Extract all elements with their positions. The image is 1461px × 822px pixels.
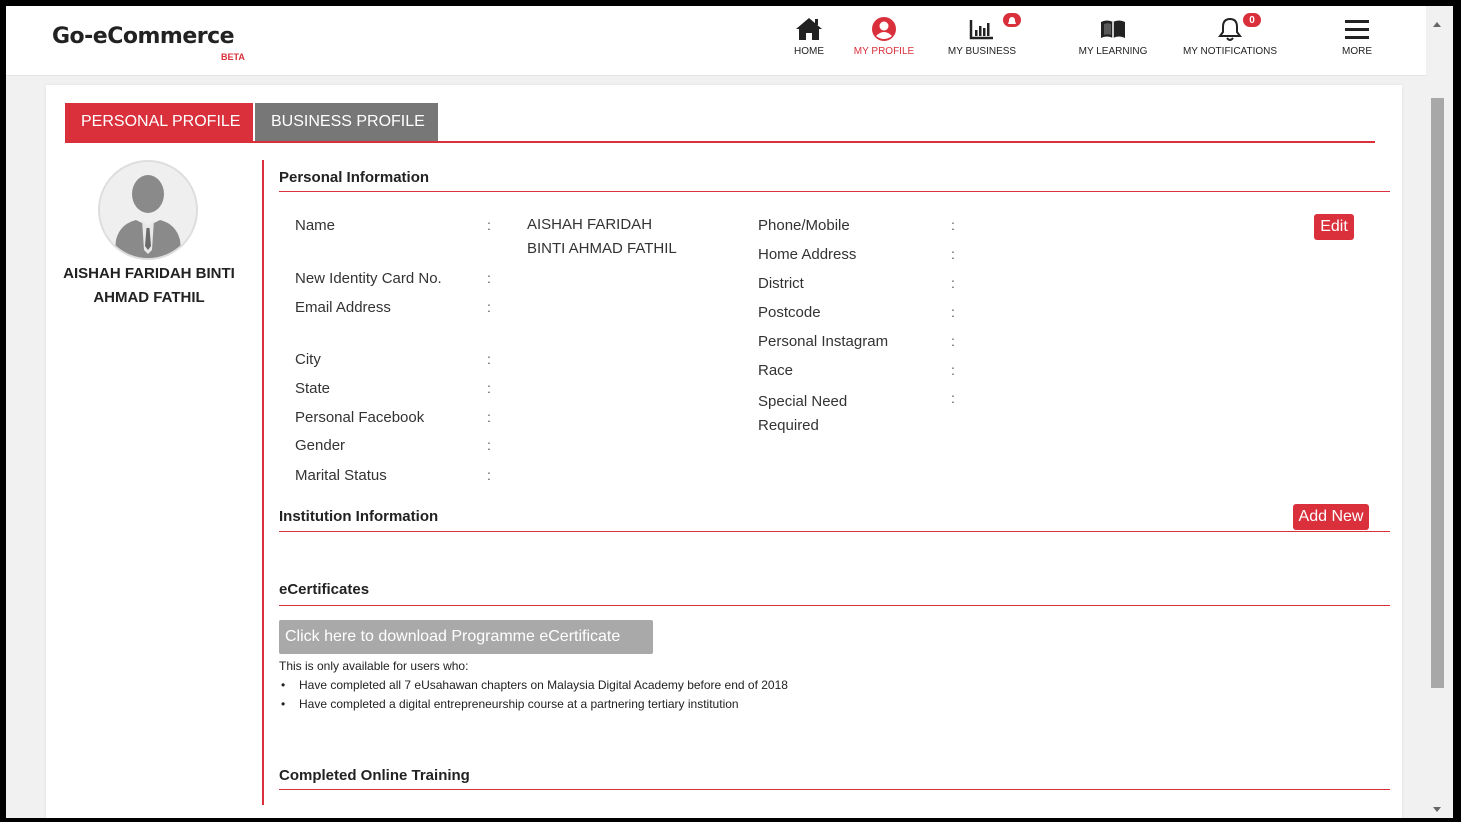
colon: : bbox=[951, 217, 955, 233]
city-label: City bbox=[295, 351, 321, 368]
institution-information-heading: Institution Information bbox=[279, 508, 439, 525]
user-silhouette-icon bbox=[100, 162, 196, 258]
download-ecertificate-button[interactable]: Click here to download Programme eCertif… bbox=[279, 620, 653, 678]
nav-more-label: MORE bbox=[1342, 46, 1372, 57]
special-need-label: Special Need Required bbox=[758, 390, 847, 438]
special-need-line-2: Required bbox=[758, 417, 819, 434]
top-navigation-bar: Go-eCommerce BETA HOME MY PROFILE MY BUS… bbox=[6, 6, 1426, 76]
personal-information-heading: Personal Information bbox=[279, 169, 430, 186]
vertical-scrollbar[interactable] bbox=[1426, 6, 1453, 818]
browser-viewport: Go-eCommerce BETA HOME MY PROFILE MY BUS… bbox=[6, 6, 1453, 818]
colon: : bbox=[487, 351, 491, 367]
colon: : bbox=[951, 275, 955, 291]
marital-status-label: Marital Status bbox=[295, 467, 387, 484]
postcode-label: Postcode bbox=[758, 304, 821, 321]
user-circle-icon bbox=[850, 16, 918, 42]
nav-my-notifications[interactable]: 0 MY NOTIFICATIONS bbox=[1174, 12, 1286, 57]
nav-more[interactable]: MORE bbox=[1336, 16, 1378, 57]
colon: : bbox=[487, 380, 491, 396]
nav-home-label: HOME bbox=[794, 46, 824, 57]
section-divider bbox=[279, 531, 1390, 532]
eligibility-intro: This is only available for users who: bbox=[279, 659, 469, 673]
book-open-icon bbox=[1074, 16, 1152, 42]
add-new-button[interactable]: Add New bbox=[1293, 504, 1369, 530]
nav-home[interactable]: HOME bbox=[786, 16, 832, 57]
special-need-line-1: Special Need bbox=[758, 393, 848, 410]
facebook-label: Personal Facebook bbox=[295, 409, 425, 426]
instagram-label: Personal Instagram bbox=[758, 333, 889, 350]
profile-card: PERSONAL PROFILE BUSINESS PROFILE AISHAH… bbox=[46, 85, 1402, 818]
scroll-up-arrow-icon[interactable] bbox=[1433, 22, 1441, 27]
business-alert-badge bbox=[1002, 12, 1022, 28]
name-value-line-1: AISHAH FARIDAH bbox=[527, 216, 653, 233]
user-name-line-1: AISHAH FARIDAH BINTI bbox=[63, 265, 235, 282]
colon: : bbox=[951, 333, 955, 349]
nav-my-profile[interactable]: MY PROFILE bbox=[850, 16, 918, 57]
ecertificate-eligibility-note: This is only available for users who: Ha… bbox=[279, 657, 788, 714]
colon: : bbox=[487, 467, 491, 483]
column-divider bbox=[262, 160, 264, 805]
colon: : bbox=[951, 246, 955, 262]
tab-business-profile[interactable]: BUSINESS PROFILE bbox=[255, 103, 438, 143]
notifications-count-badge: 0 bbox=[1242, 12, 1262, 28]
colon: : bbox=[487, 270, 491, 286]
site-logo[interactable]: Go-eCommerce bbox=[52, 24, 235, 49]
colon: : bbox=[951, 362, 955, 378]
user-display-name: AISHAH FARIDAH BINTI AHMAD FATHIL bbox=[54, 262, 244, 310]
nav-my-learning-label: MY LEARNING bbox=[1078, 46, 1148, 57]
home-address-label: Home Address bbox=[758, 246, 857, 263]
race-label: Race bbox=[758, 362, 794, 379]
nav-my-business-label: MY BUSINESS bbox=[947, 46, 1017, 57]
bell-icon: 0 bbox=[1174, 12, 1286, 42]
section-divider bbox=[279, 191, 1390, 192]
nav-my-profile-label: MY PROFILE bbox=[853, 46, 915, 57]
home-icon bbox=[786, 16, 832, 42]
tab-underline bbox=[65, 141, 1375, 143]
colon: : bbox=[487, 299, 491, 315]
ic-number-label: New Identity Card No. bbox=[295, 270, 442, 287]
nav-my-learning[interactable]: MY LEARNING bbox=[1074, 16, 1152, 57]
ecertificates-heading: eCertificates bbox=[279, 581, 370, 598]
section-divider bbox=[279, 605, 1390, 606]
edit-button[interactable]: Edit bbox=[1314, 214, 1354, 240]
hamburger-menu-icon bbox=[1336, 16, 1378, 42]
district-label: District bbox=[758, 275, 804, 292]
scrollbar-thumb[interactable] bbox=[1431, 98, 1444, 688]
eligibility-list: Have completed all 7 eUsahawan chapters … bbox=[279, 676, 788, 714]
email-label: Email Address bbox=[295, 299, 391, 316]
list-item: Have completed all 7 eUsahawan chapters … bbox=[279, 676, 788, 695]
list-item: Have completed a digital entrepreneurshi… bbox=[279, 695, 788, 714]
nav-my-notifications-label: MY NOTIFICATIONS bbox=[1182, 46, 1278, 57]
phone-label: Phone/Mobile bbox=[758, 217, 850, 234]
section-divider bbox=[279, 789, 1390, 790]
user-name-line-2: AHMAD FATHIL bbox=[93, 289, 205, 306]
name-value: AISHAH FARIDAH BINTI AHMAD FATHIL bbox=[527, 213, 677, 261]
colon: : bbox=[487, 409, 491, 425]
nav-my-business[interactable]: MY BUSINESS bbox=[944, 12, 1022, 57]
name-label: Name bbox=[295, 217, 336, 234]
bar-chart-icon bbox=[944, 12, 1022, 42]
beta-label: BETA bbox=[221, 52, 245, 62]
tab-personal-profile[interactable]: PERSONAL PROFILE bbox=[65, 103, 253, 143]
colon: : bbox=[487, 217, 491, 233]
completed-online-training-heading: Completed Online Training bbox=[279, 767, 470, 784]
colon: : bbox=[951, 390, 955, 406]
colon: : bbox=[487, 437, 491, 453]
avatar bbox=[98, 160, 198, 260]
gender-label: Gender bbox=[295, 437, 346, 454]
scroll-down-arrow-icon[interactable] bbox=[1433, 807, 1441, 812]
colon: : bbox=[951, 304, 955, 320]
name-value-line-2: BINTI AHMAD FATHIL bbox=[527, 240, 677, 257]
state-label: State bbox=[295, 380, 331, 397]
